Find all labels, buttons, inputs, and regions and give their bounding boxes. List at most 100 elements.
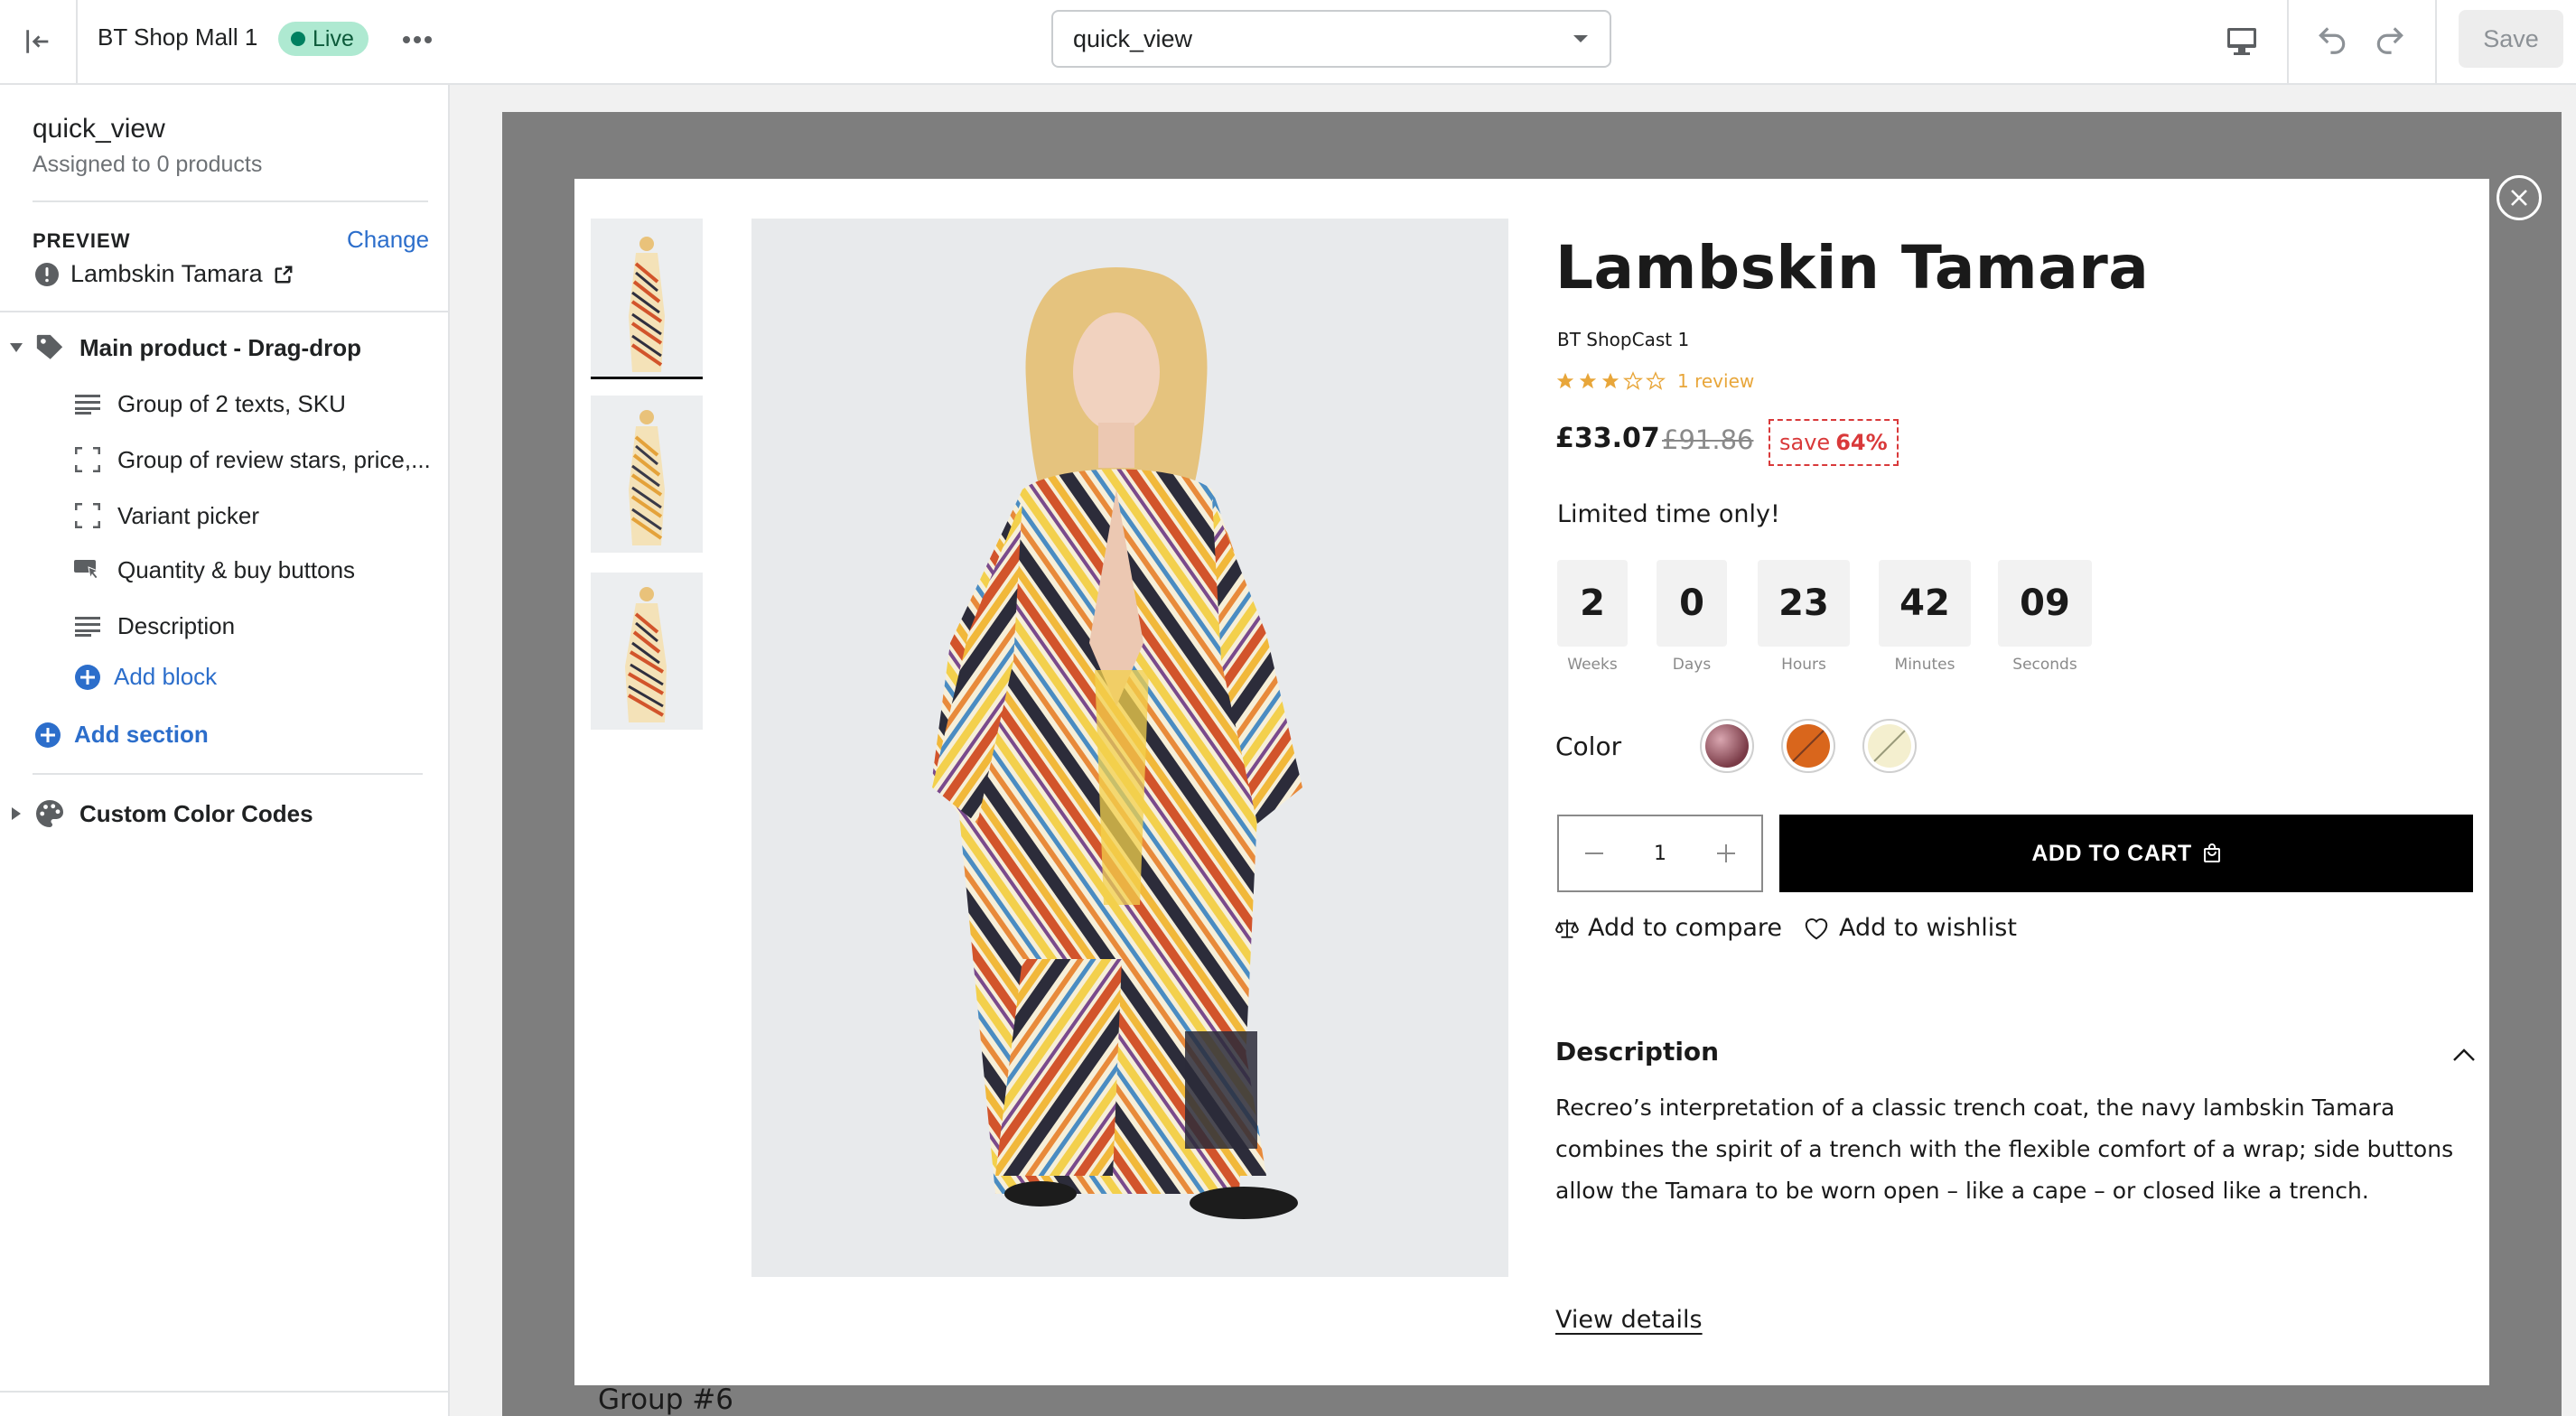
template-select[interactable]: quick_view (1051, 10, 1611, 68)
block-label: Group of review stars, price,... (117, 445, 431, 473)
save-button[interactable]: Save (2459, 10, 2563, 68)
countdown-minutes: 42 (1879, 560, 1971, 647)
block-label: Description (117, 611, 236, 639)
swatch-fill (1787, 724, 1830, 768)
section-custom-color-codes[interactable]: Custom Color Codes (0, 789, 313, 838)
view-details-link[interactable]: View details (1555, 1306, 1703, 1334)
redo-button[interactable] (2368, 18, 2412, 61)
desktop-icon (2227, 28, 2256, 55)
review-count-link[interactable]: 1 review (1677, 370, 1754, 392)
add-section-label: Add section (74, 721, 209, 748)
block-item[interactable]: Quantity & buy buttons (72, 545, 355, 594)
add-to-compare-label: Add to compare (1588, 914, 1783, 942)
exit-button[interactable] (0, 0, 78, 83)
live-dot-icon (291, 32, 305, 46)
product-thumbnail[interactable] (591, 396, 703, 553)
divider (33, 773, 423, 775)
chevron-up-icon[interactable] (2450, 1042, 2478, 1067)
device-preview-button[interactable] (2222, 22, 2262, 61)
save-badge-amount: 64% (1835, 430, 1888, 455)
caret-down-icon[interactable] (0, 342, 33, 353)
add-section-button[interactable]: Add section (34, 721, 209, 749)
block-item[interactable]: Variant picker (72, 491, 259, 540)
divider (33, 200, 428, 202)
product-thumbnail[interactable] (591, 219, 703, 379)
sold-out-slash-icon (1789, 727, 1827, 765)
text-lines-icon (72, 393, 103, 415)
block-item[interactable]: Group of 2 texts, SKU (72, 379, 346, 428)
block-label: Group of 2 texts, SKU (117, 389, 346, 417)
add-to-wishlist-label: Add to wishlist (1839, 914, 2017, 942)
toolbar-divider (2435, 0, 2437, 83)
countdown-days: 0 (1657, 560, 1727, 647)
product-main-image[interactable] (751, 219, 1508, 1277)
sold-out-slash-icon (1871, 727, 1909, 765)
swatch-fill (1705, 724, 1749, 768)
countdown-label: Hours (1781, 656, 1826, 674)
alert-circle-icon (35, 262, 59, 286)
preview-label: PREVIEW (33, 229, 131, 252)
sidebar: quick_view Assigned to 0 products PREVIE… (0, 85, 450, 1416)
section-label: Main product - Drag-drop (79, 333, 361, 361)
divider (0, 311, 448, 312)
minus-icon[interactable] (1582, 842, 1606, 865)
star-filled-icon (1556, 372, 1574, 389)
external-link-icon (275, 266, 293, 283)
compare-scale-icon (1555, 918, 1579, 938)
top-bar: BT Shop Mall 1 Live quick_view Save (0, 0, 2576, 85)
caret-right-icon[interactable] (0, 806, 33, 821)
more-horizontal-icon (403, 36, 432, 43)
product-title: Lambskin Tamara (1555, 233, 2150, 303)
countdown-label: Days (1672, 656, 1712, 674)
add-block-button[interactable]: Add block (74, 663, 217, 691)
template-assignment: Assigned to 0 products (33, 152, 263, 177)
block-item[interactable]: Description (72, 601, 235, 650)
heart-icon (1805, 918, 1828, 939)
plus-circle-icon (74, 664, 101, 691)
plus-circle-icon (34, 722, 61, 749)
orange-swatch[interactable] (1781, 719, 1835, 773)
close-modal-button[interactable] (2497, 175, 2542, 220)
redo-icon (2376, 27, 2403, 54)
change-preview-link[interactable]: Change (347, 226, 429, 254)
description-heading[interactable]: Description (1555, 1037, 1719, 1067)
undo-button[interactable] (2310, 18, 2354, 61)
more-actions-button[interactable] (397, 20, 437, 60)
countdown-hours: 23 (1758, 560, 1850, 647)
add-to-cart-button[interactable]: ADD TO CART (1779, 815, 2473, 892)
text-lines-icon (72, 615, 103, 637)
template-select-value: quick_view (1073, 24, 1193, 52)
status-badge-label: Live (313, 25, 354, 51)
rating-stars[interactable]: 1 review (1555, 370, 1754, 392)
star-empty-icon (1623, 371, 1643, 390)
add-to-compare-link[interactable]: Add to compare (1555, 914, 1782, 942)
section-main-product[interactable]: Main product - Drag-drop (0, 323, 361, 372)
block-label: Variant picker (117, 501, 260, 529)
add-to-wishlist-link[interactable]: Add to wishlist (1803, 914, 2017, 942)
limited-time-text: Limited time only! (1557, 500, 1780, 528)
store-name: BT Shop Mall 1 (98, 23, 258, 51)
quantity-value[interactable]: 1 (1654, 843, 1666, 865)
maroon-swatch[interactable] (1700, 719, 1754, 773)
swatch-fill (1868, 724, 1911, 768)
section-label: Custom Color Codes (79, 799, 313, 827)
dashed-square-icon (72, 447, 103, 472)
undo-icon (2319, 27, 2346, 54)
dress-image (591, 219, 703, 377)
block-item[interactable]: Group of review stars, price,... (72, 435, 431, 484)
preview-product-name: Lambskin Tamara (70, 260, 263, 287)
block-label: Quantity & buy buttons (117, 555, 356, 583)
plus-icon[interactable] (1714, 842, 1738, 865)
dress-image (591, 573, 703, 730)
product-vendor: BT ShopCast 1 (1557, 329, 1690, 350)
sidebar-footer-divider (0, 1391, 448, 1393)
preview-product[interactable]: Lambskin Tamara (34, 260, 294, 288)
countdown-label: Seconds (2012, 656, 2077, 674)
product-thumbnail[interactable] (591, 573, 703, 730)
description-text: Recreo’s interpretation of a classic tre… (1555, 1095, 2454, 1204)
background-group-label: Group #6 (598, 1383, 733, 1416)
dress-image (751, 219, 1508, 1277)
status-badge: Live (278, 22, 369, 56)
cream-swatch[interactable] (1862, 719, 1917, 773)
countdown-label: Minutes (1894, 656, 1955, 674)
